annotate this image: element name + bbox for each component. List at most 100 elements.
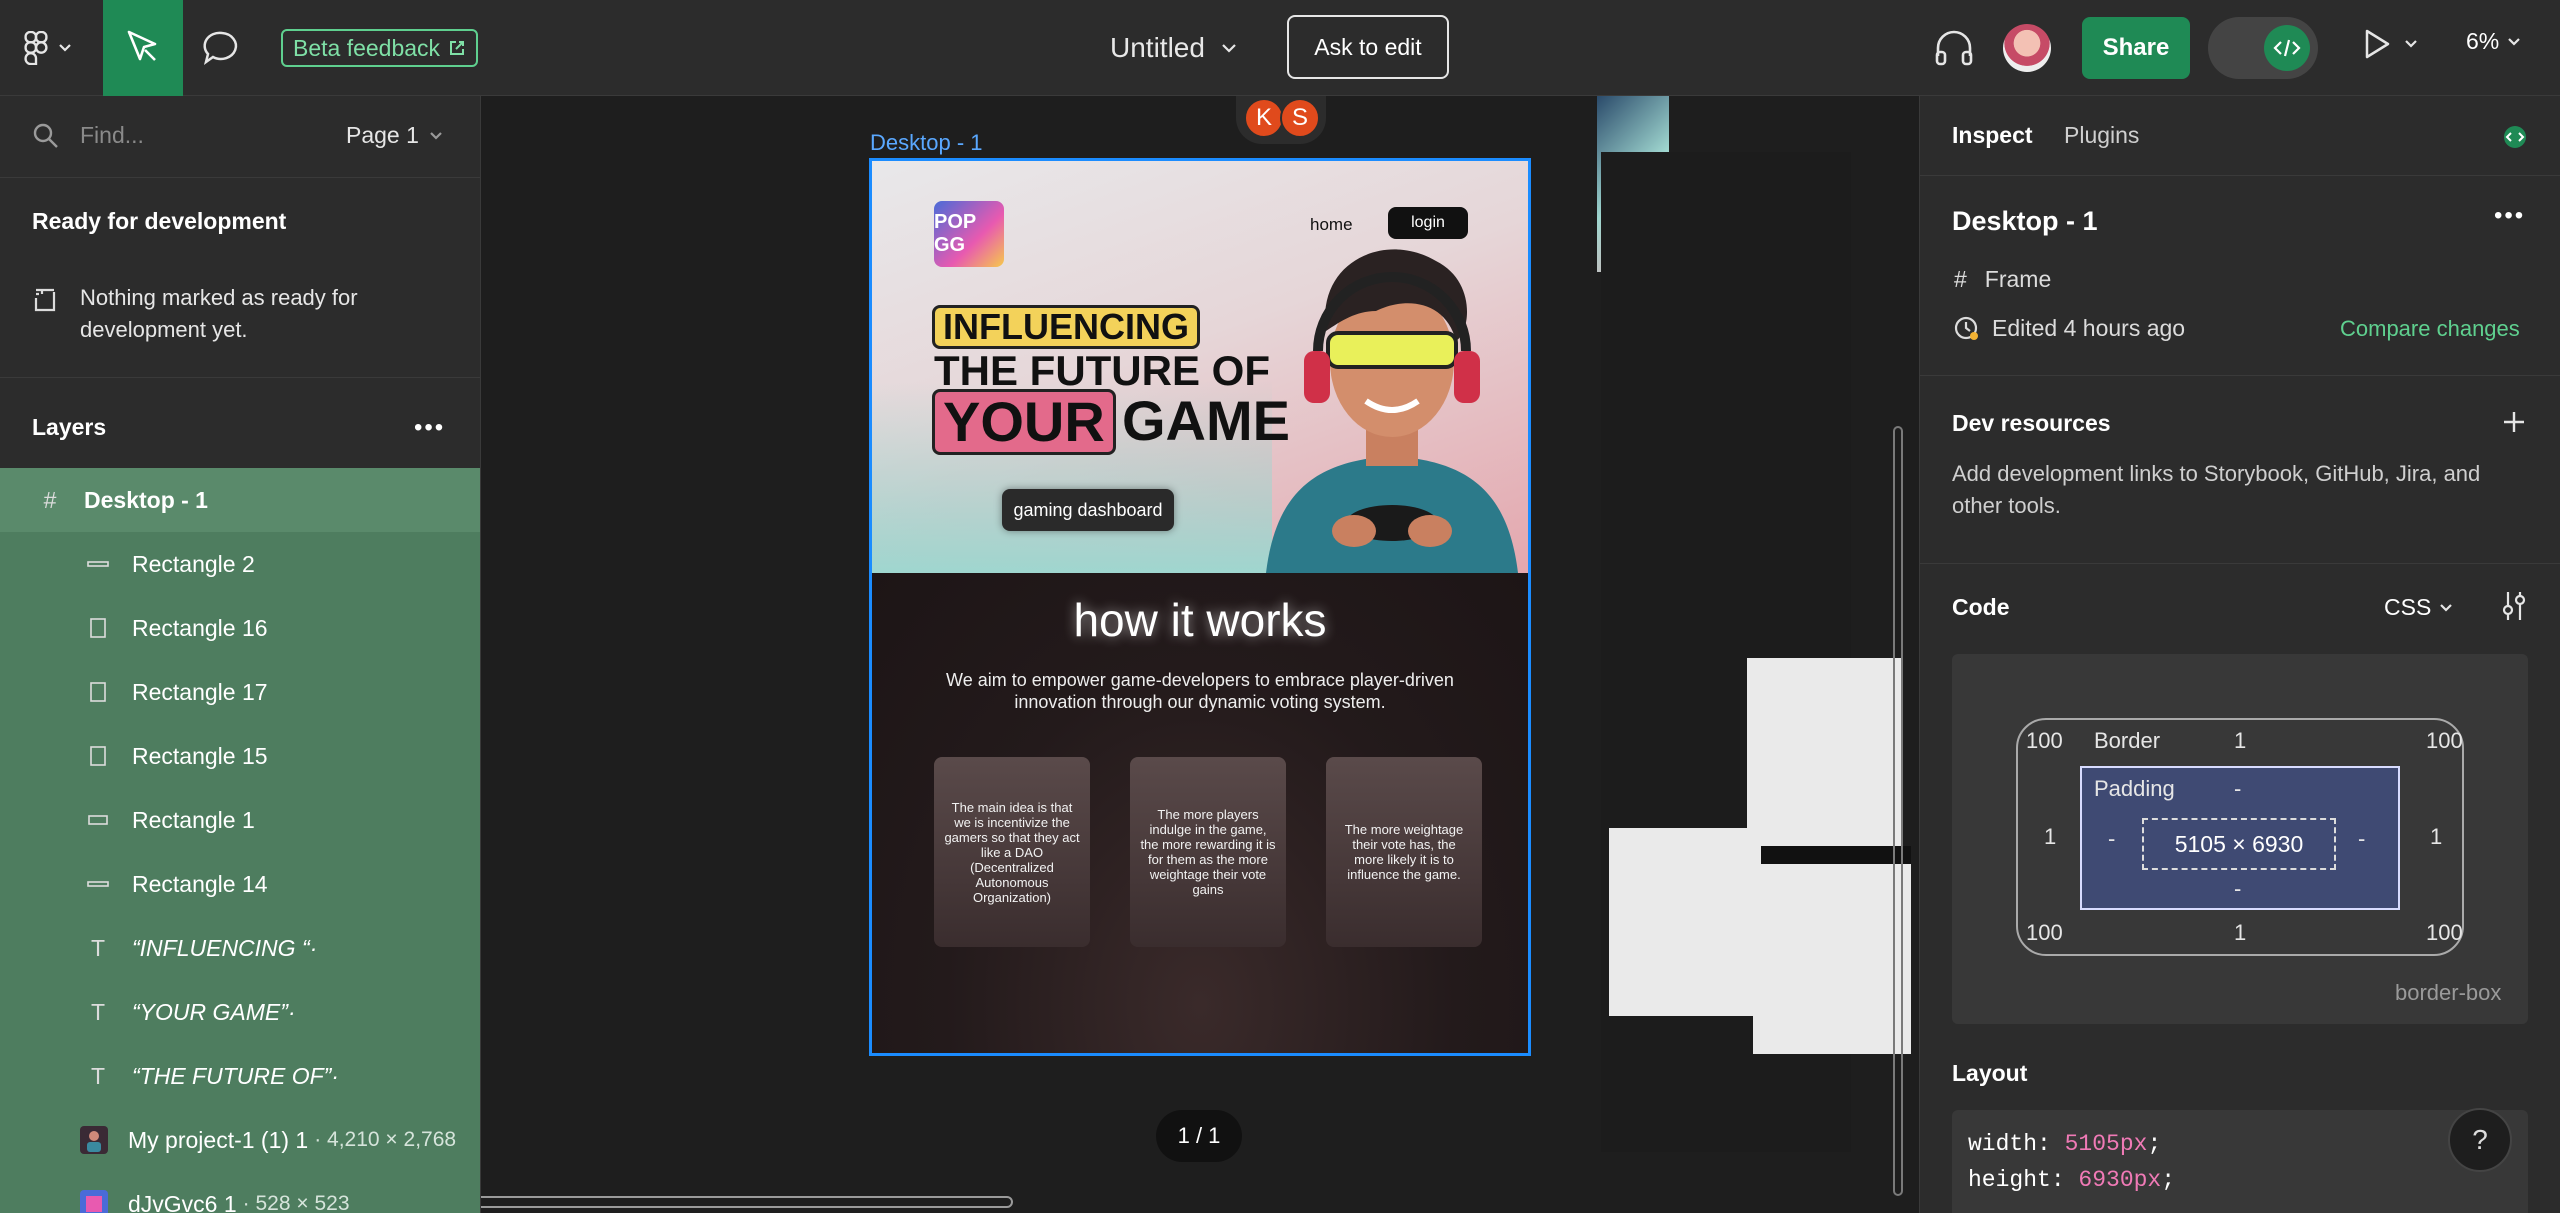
node-type-row: # Frame — [1954, 266, 2051, 293]
collaborator-avatar[interactable]: S — [1280, 98, 1320, 138]
rectangle-icon — [84, 682, 112, 702]
layer-row-desktop-1[interactable]: # Desktop - 1 — [0, 468, 480, 532]
layers-title: Layers — [32, 414, 107, 440]
margin-top-left: 100 — [2026, 728, 2063, 753]
left-panel: Find... Page 1 Ready for development Not… — [0, 96, 481, 1213]
present-button[interactable] — [2362, 28, 2418, 60]
dev-mode-knob — [2264, 25, 2310, 71]
node-info-section: Desktop - 1 ••• # Frame Edited 4 hours a… — [1920, 176, 2560, 376]
layer-row[interactable]: Rectangle 1 — [0, 788, 480, 852]
comment-tool-button[interactable] — [200, 28, 244, 68]
layer-row[interactable]: T “THE FUTURE OF”· — [0, 1044, 480, 1108]
page-selector[interactable]: Page 1 — [346, 122, 443, 149]
text-icon: T — [90, 1062, 106, 1089]
ask-to-edit-button[interactable]: Ask to edit — [1287, 15, 1449, 79]
white-block[interactable] — [1747, 658, 1901, 846]
frame-label[interactable]: Desktop - 1 — [870, 130, 983, 156]
padding-bottom: - — [2234, 876, 2242, 901]
toolbar: Beta feedback Untitled Ask to edit Share… — [0, 0, 2560, 96]
layout-title: Layout — [1952, 1060, 2028, 1086]
frame-icon: # — [1954, 266, 1967, 292]
css-width-value: 5105px — [2064, 1131, 2148, 1157]
layer-name: My project-1 (1) 1 — [128, 1126, 309, 1153]
figma-logo-icon — [24, 31, 48, 65]
page-label: Page 1 — [346, 122, 419, 148]
how-card: The more weightage their vote has, the m… — [1326, 757, 1482, 947]
canvas[interactable]: K S Desktop - 1 POP GG home login INFLUE… — [481, 96, 1919, 1213]
code-title: Code — [1952, 594, 2010, 620]
node-type: Frame — [1984, 266, 2052, 292]
dev-resources-title: Dev resources — [1952, 410, 2111, 436]
beta-feedback-button[interactable]: Beta feedback — [281, 29, 479, 67]
css-code-block[interactable]: width: 5105px; height: 6930px; — [1952, 1110, 2528, 1213]
dev-resources-section: Dev resources Add development links to S… — [1920, 376, 2560, 564]
node-title: Desktop - 1 — [1952, 206, 2098, 236]
rectangle-icon — [84, 815, 112, 825]
inspect-tabs: Inspect Plugins — [1920, 96, 2560, 176]
layer-row[interactable]: Rectangle 16 — [0, 596, 480, 660]
find-input[interactable]: Find... — [80, 122, 144, 149]
play-icon — [2365, 29, 2390, 59]
line-icon — [84, 881, 112, 887]
border-top: 1 — [2234, 728, 2247, 753]
move-tool-button[interactable] — [103, 0, 183, 96]
layer-row[interactable]: Rectangle 15 — [0, 724, 480, 788]
padding-left: - — [2108, 826, 2116, 851]
margin-bottom-left: 100 — [2026, 920, 2063, 945]
headline-future: THE FUTURE OF — [934, 347, 1270, 394]
chevron-down-icon — [59, 44, 71, 52]
collaborator-avatar[interactable]: K — [1244, 98, 1284, 138]
user-avatar[interactable] — [2003, 24, 2051, 72]
layer-list: # Desktop - 1 Rectangle 2 Rectangle 16 R… — [0, 468, 480, 1213]
edited-row: Edited 4 hours ago — [1952, 314, 2185, 342]
nav-home: home — [1310, 215, 1353, 234]
layer-row[interactable]: T “YOUR GAME”· — [0, 980, 480, 1044]
horizontal-scrollbar[interactable] — [481, 1196, 1013, 1208]
layer-row[interactable]: T “INFLUENCING “· — [0, 916, 480, 980]
tab-plugins[interactable]: Plugins — [2064, 122, 2139, 149]
node-more-icon[interactable]: ••• — [2494, 202, 2525, 230]
file-title-menu[interactable]: Untitled — [1110, 26, 1237, 70]
white-block[interactable] — [1609, 828, 1767, 1016]
layer-name: Rectangle 15 — [132, 742, 268, 769]
layer-name: Rectangle 1 — [132, 806, 255, 833]
audio-chat-button[interactable] — [1932, 26, 1976, 70]
layer-name: “THE FUTURE OF”· — [132, 1062, 339, 1089]
padding-right: - — [2358, 826, 2366, 851]
white-block[interactable] — [1753, 864, 1911, 1054]
desktop-frame[interactable]: POP GG home login INFLUENCING THE FUTURE… — [869, 158, 1531, 1056]
headline-your: YOUR — [932, 389, 1116, 455]
layer-row[interactable]: My project-1 (1) 1 · 4,210 × 2,768 — [0, 1108, 480, 1172]
layers-more-icon[interactable]: ••• — [414, 414, 445, 442]
layer-row[interactable]: Rectangle 17 — [0, 660, 480, 724]
main-menu-button[interactable] — [24, 30, 82, 66]
page-counter[interactable]: 1 / 1 — [1156, 1110, 1242, 1162]
layer-row[interactable]: Rectangle 2 — [0, 532, 480, 596]
share-button[interactable]: Share — [2082, 17, 2190, 79]
layer-name: “YOUR GAME”· — [132, 998, 296, 1025]
box-model: 5105 × 6930 100 100 100 100 Border 1 1 1… — [1952, 654, 2528, 1024]
border-label: Border — [2094, 728, 2161, 753]
layer-row[interactable]: dJvGvc6 1 · 528 × 523 — [0, 1172, 480, 1213]
zoom-level: 6% — [2466, 28, 2500, 54]
how-card: The more players indulge in the game, th… — [1130, 757, 1286, 947]
help-button[interactable]: ? — [2448, 1108, 2512, 1172]
add-icon[interactable] — [2502, 410, 2526, 434]
code-language-select[interactable]: CSS — [2384, 594, 2453, 621]
settings-sliders-icon[interactable] — [2500, 590, 2528, 622]
comment-icon — [203, 31, 238, 65]
dev-mode-toggle[interactable] — [2208, 17, 2318, 79]
collaborators: K S — [1236, 96, 1326, 144]
how-text: We aim to empower game-developers to emb… — [946, 670, 1454, 712]
border-bottom: 1 — [2234, 920, 2247, 945]
text-icon: T — [90, 998, 106, 1025]
zoom-menu[interactable]: 6% — [2466, 28, 2521, 55]
layer-row[interactable]: Rectangle 14 — [0, 852, 480, 916]
layer-name: Rectangle 2 — [132, 550, 255, 577]
vertical-scrollbar[interactable] — [1893, 426, 1903, 1196]
tab-inspect[interactable]: Inspect — [1952, 122, 2033, 149]
compare-changes-link[interactable]: Compare changes — [2340, 316, 2520, 342]
search-icon — [33, 123, 58, 148]
dev-resources-text: Add development links to Storybook, GitH… — [1952, 461, 2481, 518]
border-right: 1 — [2430, 824, 2443, 849]
